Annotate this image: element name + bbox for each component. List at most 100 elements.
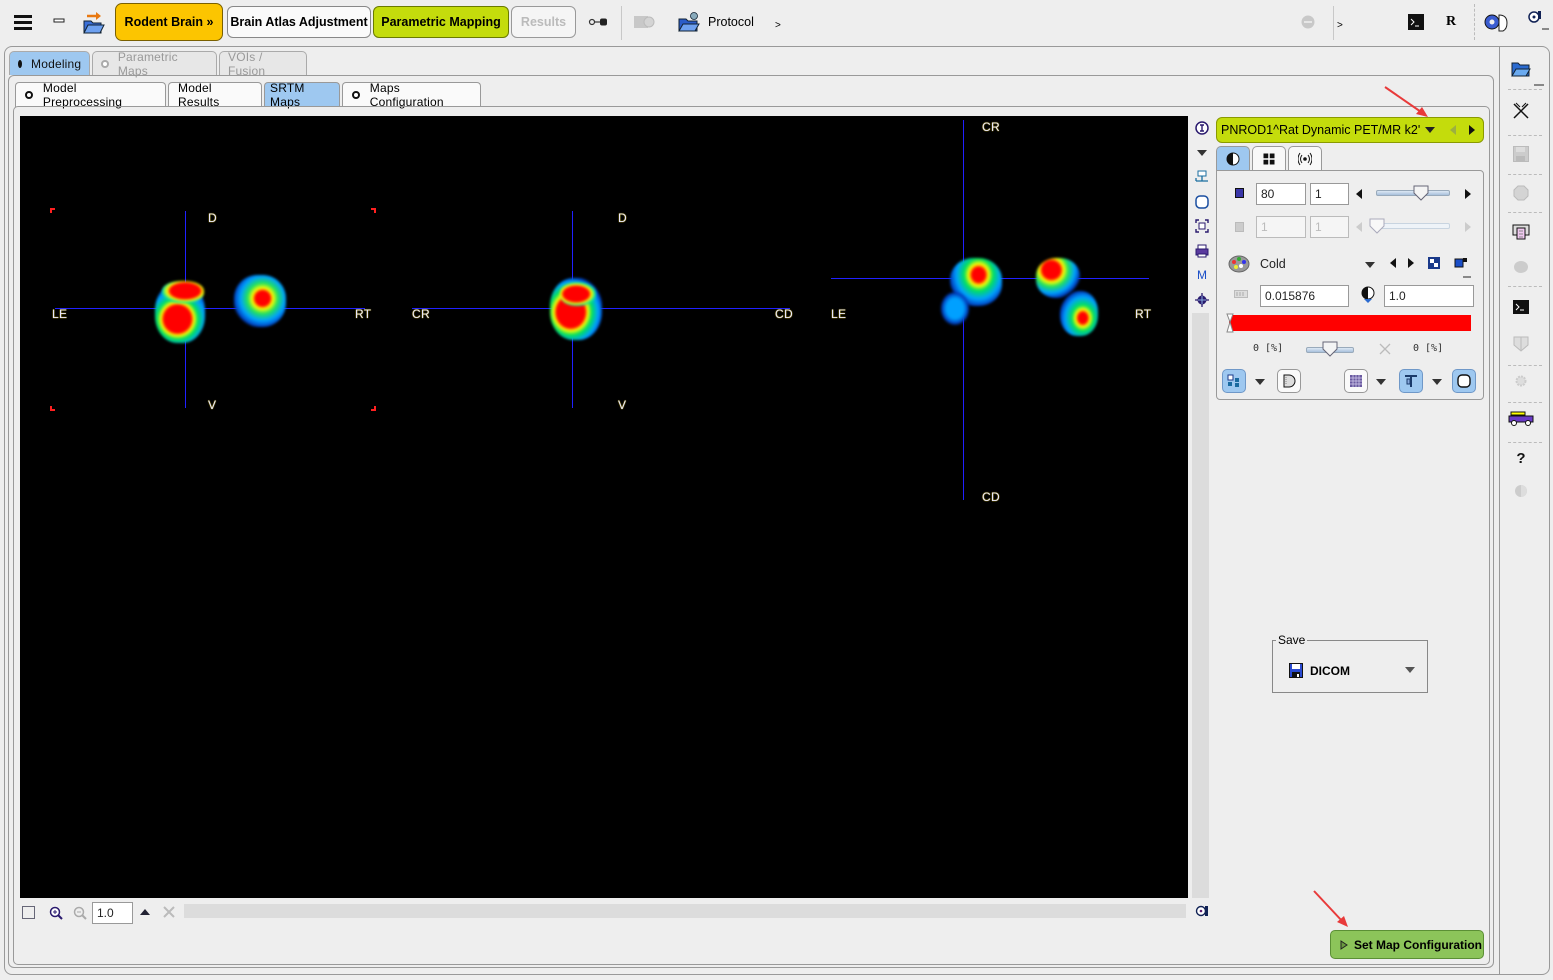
colormap-next-icon[interactable] [1408, 258, 1414, 268]
colorbar[interactable] [1229, 315, 1471, 331]
results-button[interactable]: Results [511, 6, 576, 38]
series-selector[interactable]: PNROD1^Rat Dynamic PET/MR k2' [1216, 117, 1484, 143]
slice-slider-thumb[interactable] [1413, 185, 1429, 204]
colormap-name[interactable]: Cold [1260, 257, 1286, 271]
zoom-up-arrow-icon[interactable] [138, 906, 152, 918]
annotation-button[interactable] [1399, 369, 1423, 393]
layout-tree-icon[interactable] [1190, 165, 1214, 190]
palette-icon[interactable] [1227, 253, 1251, 275]
frame-slider-thumb[interactable] [1369, 218, 1385, 237]
grid-display-button[interactable] [1344, 369, 1368, 393]
dropdown-arrow-icon[interactable] [1190, 141, 1214, 166]
previous-series-icon[interactable] [1450, 125, 1456, 135]
capture-icon[interactable] [1194, 904, 1210, 918]
series-dropdown-icon[interactable] [1425, 127, 1435, 133]
max-value-input[interactable]: 1.0 [1384, 285, 1474, 307]
slice-decrement-icon[interactable] [1356, 189, 1362, 199]
annotation-dropdown-icon[interactable] [1432, 379, 1442, 385]
viewer-vertical-scrollbar[interactable] [1192, 313, 1209, 898]
fusion-blend-button[interactable] [1277, 369, 1301, 393]
info-icon[interactable] [1190, 116, 1214, 141]
close-cross-icon[interactable] [1508, 98, 1534, 124]
frame-slider[interactable] [1376, 223, 1450, 229]
save-disk-icon[interactable] [1508, 141, 1534, 167]
subtab-srtm-maps[interactable]: SRTM Maps [264, 81, 340, 109]
small-gear-icon[interactable] [1508, 368, 1534, 394]
minimize-icon[interactable] [50, 12, 68, 30]
rodent-brain-button[interactable]: Rodent Brain » [115, 3, 223, 41]
sagittal-view[interactable]: D V CR CD [410, 116, 810, 898]
screenshot-icon[interactable] [1526, 8, 1544, 24]
rounded-frame-button[interactable] [1452, 369, 1476, 393]
protocol-folder-icon[interactable] [677, 10, 701, 34]
next-series-icon[interactable] [1469, 125, 1475, 135]
frame-decrement-icon[interactable] [1356, 222, 1362, 232]
tab-contrast[interactable] [1216, 146, 1250, 171]
slice-input[interactable]: 80 [1256, 183, 1306, 205]
help-icon[interactable]: ? [1508, 445, 1534, 471]
tab-signal[interactable] [1288, 146, 1322, 171]
viewer-horizontal-scrollbar[interactable] [184, 904, 1186, 918]
crosshair-horizontal[interactable] [55, 308, 365, 309]
colormap-options-icon[interactable] [1453, 255, 1469, 269]
subtab-model-results[interactable]: Model Results [168, 81, 262, 109]
save-format-select[interactable]: DICOM [1310, 664, 1350, 678]
brain-icon[interactable] [1508, 254, 1534, 280]
tab-layout[interactable] [1252, 146, 1286, 171]
image-viewer[interactable]: D V LE RT D V CR CD CR CD LE RT [20, 116, 1188, 898]
open-folder-arrow-icon[interactable] [80, 10, 106, 36]
protocol-more-chevron[interactable]: > [775, 20, 781, 31]
frame-increment-icon[interactable] [1465, 222, 1471, 232]
terminal-icon[interactable] [1407, 13, 1425, 31]
minimize-small-icon[interactable] [1542, 28, 1549, 30]
subtab-maps-configuration[interactable]: Maps Configuration [342, 81, 481, 109]
shield-icon[interactable] [1508, 331, 1534, 357]
stop-octagon-icon[interactable] [1508, 180, 1534, 206]
subtab-model-preprocessing[interactable]: Model Preprocessing [15, 81, 166, 109]
coronal-view[interactable]: D V LE RT [20, 116, 410, 898]
colormap-minimize[interactable] [1463, 276, 1471, 278]
r-console-button[interactable]: R [1446, 14, 1456, 30]
reset-zoom-icon[interactable] [161, 904, 177, 920]
protocol-label[interactable]: Protocol [708, 15, 754, 29]
save-format-dropdown-icon[interactable] [1405, 667, 1415, 673]
open-folder-icon[interactable] [1508, 56, 1534, 82]
grid-display-dropdown-icon[interactable] [1376, 379, 1386, 385]
m-mode-icon[interactable]: M [1190, 263, 1214, 288]
zoom-in-icon[interactable] [48, 905, 64, 921]
zoom-out-icon[interactable] [72, 905, 88, 921]
frame-input[interactable]: 1 [1256, 216, 1306, 238]
tab-parametric-maps[interactable]: Parametric Maps [92, 50, 217, 78]
viewer-checkbox[interactable] [22, 906, 35, 919]
parametric-mapping-button[interactable]: Parametric Mapping [373, 6, 509, 38]
min-value-input[interactable]: 0.015876 [1260, 285, 1349, 307]
clear-threshold-icon[interactable] [1378, 342, 1392, 356]
tab-vois-fusion[interactable]: VOIs / Fusion [219, 50, 307, 78]
roi-shape-icon[interactable] [1190, 190, 1214, 215]
axial-view[interactable]: CR CD LE RT [810, 116, 1188, 898]
crosshair-target-icon[interactable] [1190, 288, 1214, 313]
hamburger-menu-icon[interactable] [12, 12, 34, 34]
print-icon[interactable] [1190, 239, 1214, 264]
frame-step-input[interactable]: 1 [1310, 216, 1349, 238]
disabled-circle-icon[interactable] [1508, 478, 1534, 504]
fit-to-window-icon[interactable] [1190, 214, 1214, 239]
zoom-factor-input[interactable]: 1.0 [92, 902, 133, 924]
brain-atlas-adjustment-button[interactable]: Brain Atlas Adjustment [227, 6, 371, 38]
overlay-layout-dropdown-icon[interactable] [1255, 379, 1265, 385]
settings-gear-head-icon[interactable] [1482, 10, 1510, 34]
set-map-configuration-button[interactable]: Set Map Configuration [1330, 930, 1484, 959]
fire-truck-icon[interactable] [1508, 405, 1534, 431]
tab-modeling[interactable]: Modeling [9, 51, 90, 75]
link-icon[interactable] [588, 13, 608, 31]
colormap-dropdown-icon[interactable] [1365, 262, 1375, 268]
toolbar-more-chevron[interactable]: > [1337, 20, 1343, 31]
slice-step-input[interactable]: 1 [1310, 183, 1349, 205]
report-printer-icon[interactable] [1508, 218, 1534, 244]
colorbar-lower-handle[interactable] [1226, 313, 1234, 336]
gamma-icon[interactable] [1359, 285, 1377, 305]
threshold-slider-thumb[interactable] [1322, 341, 1338, 360]
stop-icon[interactable] [1300, 14, 1316, 30]
sidebar-minimize[interactable] [1534, 84, 1544, 86]
invert-colormap-icon[interactable] [1427, 256, 1441, 270]
